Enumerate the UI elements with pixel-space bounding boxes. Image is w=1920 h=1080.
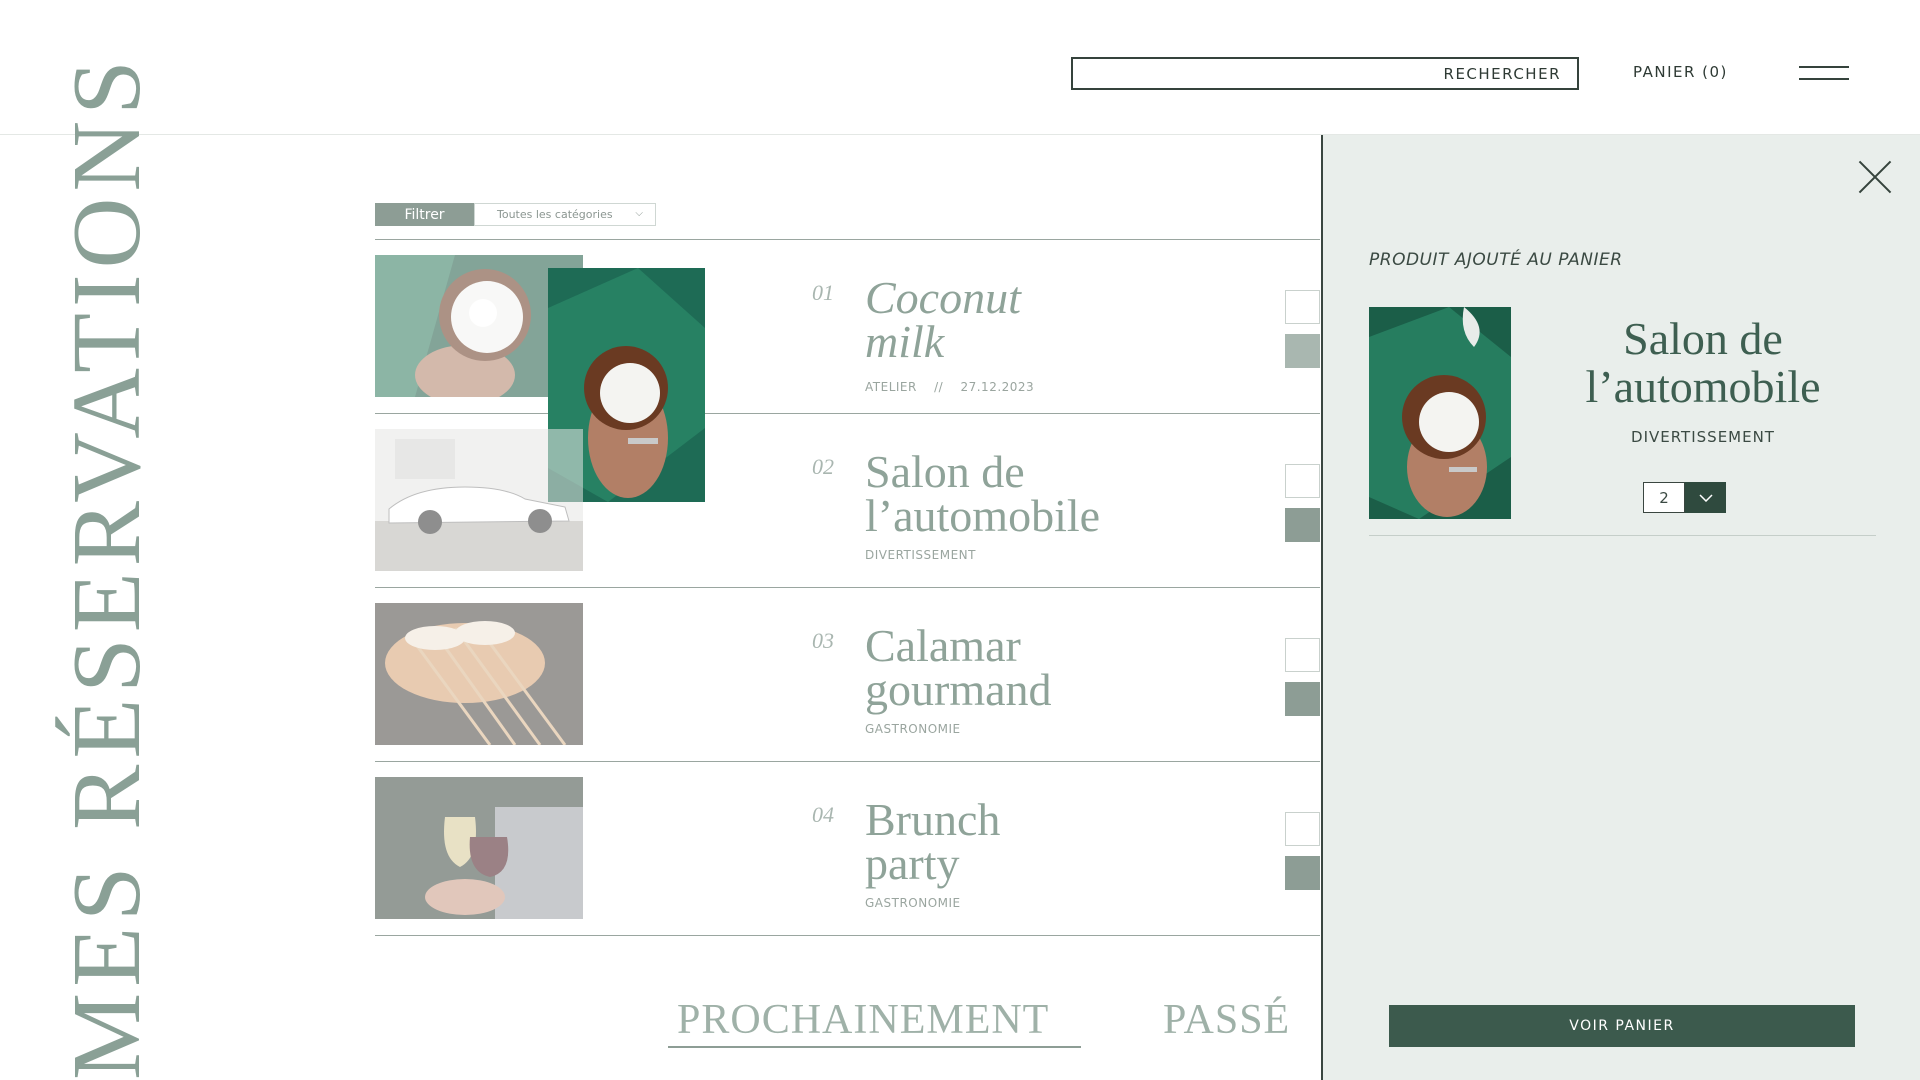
panel-heading: PRODUIT AJOUTÉ AU PANIER	[1369, 250, 1623, 270]
cart-side-panel: PRODUIT AJOUTÉ AU PANIER Salon de l’auto…	[1321, 135, 1920, 1080]
row-category: ATELIER	[865, 380, 917, 394]
car-photo	[375, 429, 583, 571]
row-number: 04	[812, 802, 834, 827]
row-number: 01	[812, 280, 834, 305]
cart-link[interactable]: PANIER (0)	[1633, 63, 1728, 81]
quantity-select[interactable]: 2	[1643, 482, 1726, 513]
hamburger-icon[interactable]	[1799, 66, 1849, 82]
row-action-button[interactable]	[1285, 682, 1320, 716]
row-title-line2: party	[865, 838, 960, 889]
panel-product-title-line2: l’automobile	[1585, 361, 1821, 412]
row-title-line2: gourmand	[865, 664, 1052, 715]
category-select-value: Toutes les catégories	[497, 208, 613, 221]
row-action-button[interactable]	[1285, 508, 1320, 542]
row-number: 02	[812, 454, 834, 479]
row-number: 03	[812, 628, 834, 653]
row-category: DIVERTISSEMENT	[865, 548, 976, 562]
tab-upcoming[interactable]: PROCHAINEMENT	[677, 996, 1049, 1044]
row-title[interactable]: Calamar gourmand	[865, 620, 1165, 715]
quantity-value[interactable]: 2	[1643, 482, 1685, 513]
wine-glasses-photo	[375, 777, 583, 919]
row-action-button[interactable]	[1285, 334, 1320, 368]
row-checkbox[interactable]	[1285, 464, 1320, 498]
page-title: MES RÉSERVATIONS	[53, 54, 161, 1080]
panel-product-title-line1: Salon de	[1623, 313, 1783, 364]
meta-separator: //	[934, 380, 944, 394]
row-checkbox[interactable]	[1285, 638, 1320, 672]
row-title[interactable]: Coconut milk	[865, 272, 1165, 367]
row-title-line1: Calamar	[865, 620, 1021, 671]
row-category: GASTRONOMIE	[865, 722, 961, 736]
search-input[interactable]: RECHERCHER	[1071, 57, 1579, 90]
row-title-line2: l’automobile	[865, 490, 1101, 541]
row-title-line1: Coconut	[865, 272, 1021, 323]
panel-divider	[1369, 535, 1876, 536]
search-button-label[interactable]: RECHERCHER	[1444, 65, 1561, 83]
chevron-down-icon[interactable]	[1685, 482, 1726, 513]
reservation-row[interactable]: 03 Calamar gourmand GASTRONOMIE	[375, 588, 1320, 762]
row-checkbox[interactable]	[1285, 812, 1320, 846]
reservation-row[interactable]: 02 Salon de l’automobile DIVERTISSEMENT	[375, 414, 1320, 588]
row-category: GASTRONOMIE	[865, 896, 961, 910]
squid-skewers-photo	[375, 603, 583, 745]
reservation-row[interactable]: 01 Coconut milk ATELIER // 27.12.2023	[375, 240, 1320, 502]
row-title[interactable]: Salon de l’automobile	[865, 446, 1165, 541]
filter-bar: Filtrer Toutes les catégories ⌵	[375, 203, 656, 226]
row-action-button[interactable]	[1285, 856, 1320, 890]
row-date: 27.12.2023	[960, 380, 1035, 394]
row-title-line1: Brunch	[865, 794, 1001, 845]
row-checkbox[interactable]	[1285, 290, 1320, 324]
row-meta: ATELIER // 27.12.2023	[865, 380, 1034, 394]
coconut-photo	[1369, 307, 1511, 519]
row-title[interactable]: Brunch party	[865, 794, 1165, 889]
site-header: RECHERCHER PANIER (0)	[0, 0, 1920, 135]
row-title-line2: milk	[865, 316, 945, 367]
filter-button[interactable]: Filtrer	[375, 203, 474, 226]
panel-product-category: DIVERTISSEMENT	[1631, 428, 1775, 446]
row-title-line1: Salon de	[865, 446, 1025, 497]
view-cart-button[interactable]: VOIR PANIER	[1389, 1005, 1855, 1047]
reservation-row[interactable]: 04 Brunch party GASTRONOMIE	[375, 762, 1320, 936]
tab-active-underline	[668, 1046, 1081, 1048]
panel-product-title: Salon de l’automobile	[1553, 315, 1853, 411]
close-icon[interactable]	[1857, 160, 1892, 194]
tab-past[interactable]: PASSÉ	[1163, 996, 1290, 1044]
category-select[interactable]: Toutes les catégories ⌵	[474, 203, 656, 226]
chevron-down-icon: ⌵	[635, 208, 643, 219]
